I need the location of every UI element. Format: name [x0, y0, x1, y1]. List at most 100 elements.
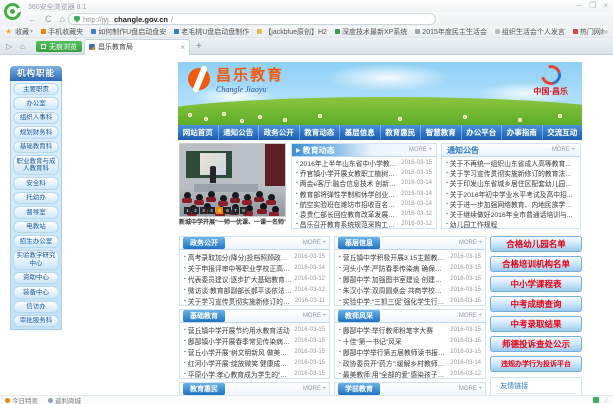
slider-page-button[interactable]: 7 [232, 207, 239, 214]
more-link[interactable]: MORE + [459, 240, 482, 246]
nav-item[interactable]: 教育动态 [300, 125, 341, 140]
nav-item[interactable]: 政务公开 [259, 125, 300, 140]
sidebar-item[interactable]: 基础教育科 [13, 141, 59, 153]
sidebar-item[interactable]: 资助中心 [13, 272, 59, 284]
nav-item[interactable]: 教育惠民 [381, 125, 422, 140]
sidebar-item[interactable]: 督导室 [13, 206, 59, 218]
news-item[interactable]: ▪ 两会e客厅:融合信息技术 创新育人方式 2016-03-14 [296, 178, 432, 188]
news-item[interactable]: ▪ 昌乐召开教育系统规范采购工作培训会议 2016-03-12 [296, 219, 432, 229]
service-button[interactable]: 合格幼儿园名单 [490, 236, 582, 252]
sidebar-item[interactable]: 信访办 [13, 301, 59, 313]
more-link[interactable]: MORE + [303, 313, 326, 319]
bookmark-item[interactable]: 组织生活会个人发言 [495, 27, 565, 37]
bookmark-item[interactable]: 老毛桃U盘启动盘制作 [174, 27, 249, 37]
refresh-icon[interactable]: C [45, 13, 52, 25]
sidebar-item[interactable]: 职业教育与成人教育科 [13, 155, 59, 175]
sidebar-item[interactable]: 审批服务科 [13, 315, 59, 327]
news-item[interactable]: ▪ 关于2016年初中学业水平考试及高中招... [446, 189, 576, 199]
news-item[interactable]: ▪ 袁贵仁部长回应教育改革发展热点难点问题 2016-03-12 [296, 209, 432, 219]
nav-item[interactable]: 基层信息 [340, 125, 381, 140]
promo-link[interactable]: 返利商城 [48, 395, 81, 404]
sidebar-item[interactable]: 实验教学研究中心 [13, 250, 59, 270]
more-link[interactable]: MORE + [459, 313, 482, 319]
service-button[interactable]: 中考成绩查询 [490, 296, 582, 312]
minimize-button[interactable]: ─ [576, 1, 582, 10]
nav-item[interactable]: 交流互动 [543, 125, 583, 140]
news-item[interactable]: ▪ 鄌郚中学举行第五届教师读书报告会 2016-03-15 [339, 346, 481, 357]
address-input[interactable]: http://jyj.changle.gov.cn/ [68, 13, 436, 25]
more-link[interactable]: MORE + [303, 240, 326, 246]
slider-page-button[interactable]: 3 [200, 207, 207, 214]
news-item[interactable]: ▪ 教育部将弹性学制和休学创业写入法规... 2016-03-14 [296, 189, 432, 199]
sidebar-item[interactable]: 托幼办 [13, 192, 59, 204]
slider-page-button[interactable]: 2 [192, 207, 199, 214]
sidebar-item[interactable]: 电教站 [13, 221, 59, 233]
slide-image-classroom[interactable]: 1 2 3 4 5 6 7 8 [179, 143, 286, 217]
service-button[interactable]: 中小学课程表 [490, 276, 582, 292]
maximize-button[interactable]: ❐ [589, 1, 596, 10]
news-item[interactable]: ▪ 十佳“第一书记”风采 2016-03-15 [339, 335, 481, 346]
news-item[interactable]: ▪ 鄌郚镇小学开展春季常见传染病防治知... 2016-03-15 [184, 335, 325, 346]
news-item[interactable]: ▪ 实验中学:“三抓三促”强化学生行为... 2016-03-15 [339, 295, 481, 306]
more-link[interactable]: MORE + [303, 386, 326, 392]
bookmark-item[interactable]: 深度技术最新XP系统 [335, 27, 407, 37]
more-link[interactable]: MORE + [552, 147, 575, 153]
slider-page-button[interactable]: 5 [216, 207, 223, 214]
sidebar-item[interactable]: 招生办公室 [13, 235, 59, 247]
incognito-mode-button[interactable]: 无痕浏览 [36, 41, 82, 52]
new-tab-button[interactable]: + [196, 41, 202, 52]
sidebar-item[interactable]: 组织人事科 [13, 112, 59, 124]
bookmarks-overflow-icon[interactable]: » [604, 27, 608, 36]
nav-item[interactable]: 通知公告 [219, 125, 260, 140]
sidebar-item[interactable]: 办公室 [13, 97, 59, 109]
news-item[interactable]: ▪ 营丘镇中学积极开展3.15主题教育活动 2016-03-15 [339, 251, 481, 262]
news-item[interactable]: ▪ 朱汉小学:双周圆桌会 共商学校发展大计 2016-03-15 [339, 284, 481, 295]
news-item[interactable]: ▪ 航空实验班在潍坊市招收百名初中毕业生 2016-03-14 [296, 199, 432, 209]
promo-link[interactable]: 今日特卖 [5, 395, 38, 404]
news-item[interactable]: ▪ 最美教师:用“全部的爱”感染孩子们的... 2016-03-12 [339, 368, 481, 379]
nav-item[interactable]: 智慧教育 [421, 125, 462, 140]
favorites-menu[interactable]: ★ 收藏 ▾ [5, 27, 33, 37]
friend-links-title[interactable]: · 友情链接 [496, 381, 576, 394]
bookmark-item[interactable]: 如何制作U盘启动盘安 [91, 27, 166, 37]
more-link[interactable]: MORE + [409, 147, 432, 153]
home-icon[interactable]: ⌂ [60, 13, 65, 25]
slider-page-button[interactable]: 8 [240, 207, 247, 214]
news-item[interactable]: ▪ 关于学习宣传贯彻实施新修订的教育法... 2016-03-11 [184, 295, 325, 306]
news-item[interactable]: ▪ 平原小学:孝心教育成为学生的“必修课” 2016-03-15 [184, 368, 325, 379]
nav-item[interactable]: 办公平台 [462, 125, 503, 140]
news-item[interactable]: ▪ 关于学习宣传贯彻实施新修订的教育法... [446, 168, 576, 178]
slider-page-button[interactable]: 1 [184, 207, 191, 214]
photo-slider[interactable]: 1 2 3 4 5 6 7 8 [179, 143, 286, 229]
news-item[interactable]: ▪ 幼儿园工作规程 [446, 219, 576, 229]
news-item[interactable]: ▪ 营丘镇中学开展节约用水教育活动 2016-03-15 [184, 324, 325, 335]
news-item[interactable]: ▪ 营丘小学开展“树文明新风 做美丽学生... 2016-03-15 [184, 346, 325, 357]
sidebar-item[interactable]: 规划财务科 [13, 126, 59, 138]
news-item[interactable]: ▪ 鄌郚中学:加强图书室建设 创建书香校园 2016-03-15 [339, 273, 481, 284]
news-item[interactable]: ▪ 乔官镇小学开展女教职工植树行动月活动 2016-03-15 [296, 168, 432, 178]
news-item[interactable]: ▪ 红河小学开展“绽放微笑 健康成长”主... 2016-03-15 [184, 357, 325, 368]
slider-page-button[interactable]: 6 [224, 207, 231, 214]
tab-close-icon[interactable]: × [180, 43, 185, 52]
safety-status-icon[interactable] [593, 397, 599, 403]
news-item[interactable]: ▪ 关于不再统一组织山东省成人高等教育... [446, 158, 576, 168]
slider-page-button[interactable]: 4 [208, 207, 215, 214]
nav-item[interactable]: 网站首页 [178, 125, 219, 140]
bookmark-item[interactable]: 热门网络小说经典网 [573, 27, 604, 37]
sidebar-item[interactable]: 安全科 [13, 177, 59, 189]
service-button[interactable]: 合格培训机构名单 [490, 256, 582, 272]
close-button[interactable]: × [603, 1, 608, 10]
sidebar-item[interactable]: 装备中心 [13, 286, 59, 298]
service-button[interactable]: 中考录取结果 [490, 316, 582, 332]
news-item[interactable]: ▪ 高考录取加分(降分)投档照顾政策发... 2016-03-15 [184, 251, 325, 262]
bookmark-item[interactable]: 2015年度民主生活会 [415, 27, 487, 37]
service-button[interactable]: 违规办学行为投诉平台 [490, 356, 582, 372]
nav-item[interactable]: 办事指南 [502, 125, 543, 140]
tab-list-icon[interactable]: ▷ [6, 42, 12, 51]
bookmark-item[interactable]: 手机收藏夹 [41, 27, 83, 37]
more-link[interactable]: MORE + [459, 386, 482, 392]
news-item[interactable]: ▪ 关于继续做好2016年全市普通话培训与... [446, 209, 576, 219]
tab-changle-education[interactable]: 昌乐教育局 × [84, 39, 190, 55]
tab-home-icon[interactable]: ⌂ [20, 42, 25, 51]
news-item[interactable]: ▪ 鄌郚中学:举行教师粉笔字大赛 2016-03-15 [339, 324, 481, 335]
